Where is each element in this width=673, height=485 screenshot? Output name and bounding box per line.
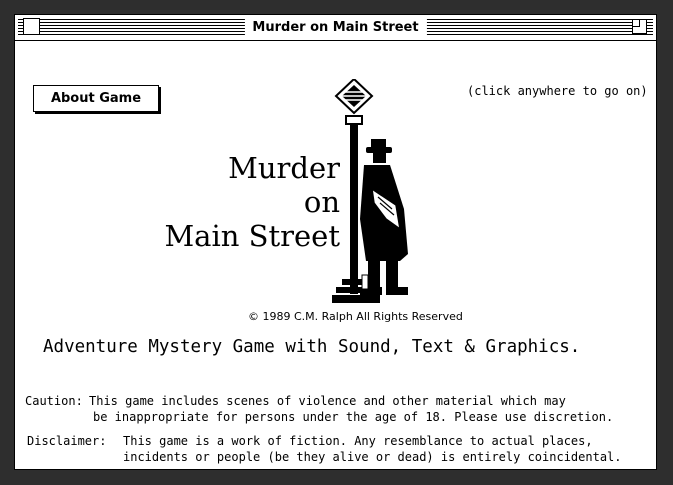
lamppost-detective-illustration [332, 79, 408, 303]
game-title-line-3: Main Street [164, 219, 340, 253]
disclaimer-label: Disclaimer: [27, 434, 107, 448]
caution-line-2: be inappropriate for persons under the a… [93, 410, 614, 424]
close-box-icon[interactable] [23, 18, 40, 35]
zoom-box-icon[interactable] [632, 19, 647, 34]
detective-figure [360, 139, 408, 295]
tagline: Adventure Mystery Game with Sound, Text … [43, 337, 581, 357]
game-title-line-2: on [303, 185, 340, 219]
disclaimer-line-1: This game is a work of fiction. Any rese… [123, 434, 593, 448]
game-title: Murder on Main Street [164, 151, 340, 253]
caution-line-1: This game includes scenes of violence an… [89, 394, 566, 408]
about-game-button[interactable]: About Game [33, 85, 159, 112]
title-bar[interactable]: Murder on Main Street [15, 15, 656, 41]
click-anywhere-hint: (click anywhere to go on) [467, 84, 648, 98]
lamp-lantern [334, 79, 374, 115]
caution-label: Caution: [25, 394, 83, 408]
game-title-line-1: Murder [228, 151, 340, 185]
copyright-notice: © 1989 C.M. Ralph All Rights Reserved [248, 310, 463, 323]
game-window[interactable]: Murder on Main Street About Game (click … [14, 14, 657, 470]
disclaimer-line-2: incidents or people (be they alive or de… [123, 450, 622, 464]
window-title: Murder on Main Street [244, 18, 427, 37]
